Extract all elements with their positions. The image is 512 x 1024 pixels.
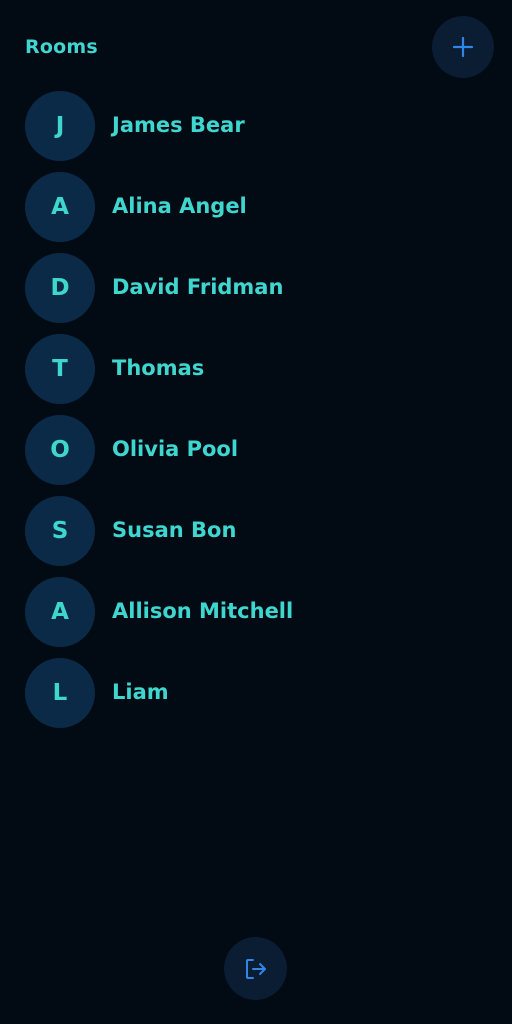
room-item[interactable]: T Thomas	[0, 333, 512, 414]
logout-icon	[245, 958, 266, 979]
room-list: J James Bear A Alina Angel D David Fridm…	[0, 90, 512, 738]
room-item[interactable]: J James Bear	[0, 90, 512, 171]
avatar: O	[25, 414, 95, 485]
room-name: Olivia Pool	[112, 437, 239, 461]
room-name: James Bear	[112, 113, 245, 137]
room-item[interactable]: S Susan Bon	[0, 495, 512, 576]
room-name: David Fridman	[112, 275, 284, 299]
room-item[interactable]: D David Fridman	[0, 252, 512, 333]
room-name: Allison Mitchell	[112, 599, 294, 623]
avatar: S	[25, 495, 95, 566]
page-title: Rooms	[25, 36, 98, 58]
room-item[interactable]: A Allison Mitchell	[0, 576, 512, 657]
avatar: D	[25, 252, 95, 323]
avatar: J	[25, 90, 95, 161]
room-item[interactable]: O Olivia Pool	[0, 414, 512, 495]
room-name: Liam	[112, 680, 169, 704]
plus-icon	[452, 36, 474, 58]
room-name: Alina Angel	[112, 194, 247, 218]
avatar: A	[25, 171, 95, 242]
room-name: Thomas	[112, 356, 205, 380]
header: Rooms	[0, 0, 512, 92]
add-room-button[interactable]	[432, 16, 494, 78]
logout-button[interactable]	[224, 937, 287, 1000]
room-name: Susan Bon	[112, 518, 237, 542]
room-item[interactable]: L Liam	[0, 657, 512, 738]
room-item[interactable]: A Alina Angel	[0, 171, 512, 252]
avatar: A	[25, 576, 95, 647]
avatar: L	[25, 657, 95, 728]
avatar: T	[25, 333, 95, 404]
